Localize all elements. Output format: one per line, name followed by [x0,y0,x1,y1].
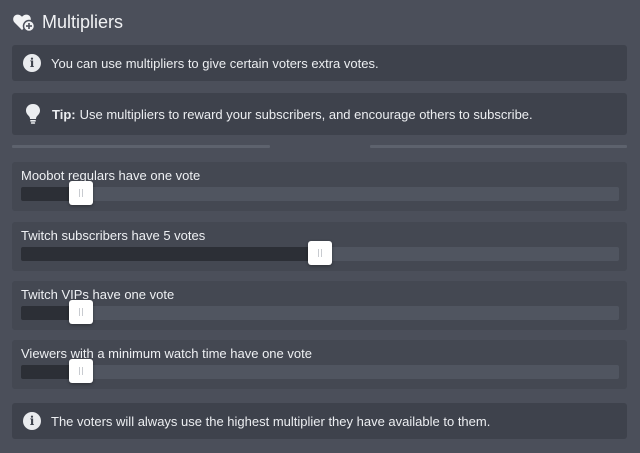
slider-handle[interactable] [68,300,93,324]
slider-fill [21,247,320,261]
slider-label: Moobot regulars have one vote [21,168,201,183]
slider-label: Viewers with a minimum watch time have o… [21,346,312,361]
slider-track[interactable] [21,300,619,324]
info-notice-text: The voters will always use the highest m… [51,413,491,429]
tip-label: Tip: [52,106,76,122]
slider-row-regulars: Moobot regulars have one vote [12,162,627,211]
slider-handle[interactable] [68,181,93,205]
divider-right [370,145,627,148]
slider-row-subscribers: Twitch subscribers have 5 votes [12,222,627,271]
info-notice-bottom: i The voters will always use the highest… [12,403,627,439]
info-notice-text: You can use multipliers to give certain … [51,55,379,71]
slider-label: Twitch subscribers have 5 votes [21,228,206,243]
tip-notice: Tip: Use multipliers to reward your subs… [12,93,627,135]
heart-plus-icon [13,14,36,33]
slider-handle[interactable] [308,241,332,265]
divider-left [12,145,270,148]
slider-track[interactable] [21,359,619,383]
slider-track[interactable] [21,241,619,265]
lightbulb-icon [26,104,40,124]
slider-label: Twitch VIPs have one vote [21,287,175,302]
slider-track[interactable] [21,181,619,205]
slider-handle[interactable] [68,359,93,383]
page-title: Multipliers [42,11,124,32]
slider-row-vips: Twitch VIPs have one vote [12,281,627,330]
info-icon: i [23,54,41,72]
info-icon: i [23,412,41,430]
tip-text: Use multipliers to reward your subscribe… [79,106,533,122]
info-notice: i You can use multipliers to give certai… [12,45,627,81]
section-header: Multipliers [12,8,123,36]
slider-row-watch-time: Viewers with a minimum watch time have o… [12,340,627,389]
